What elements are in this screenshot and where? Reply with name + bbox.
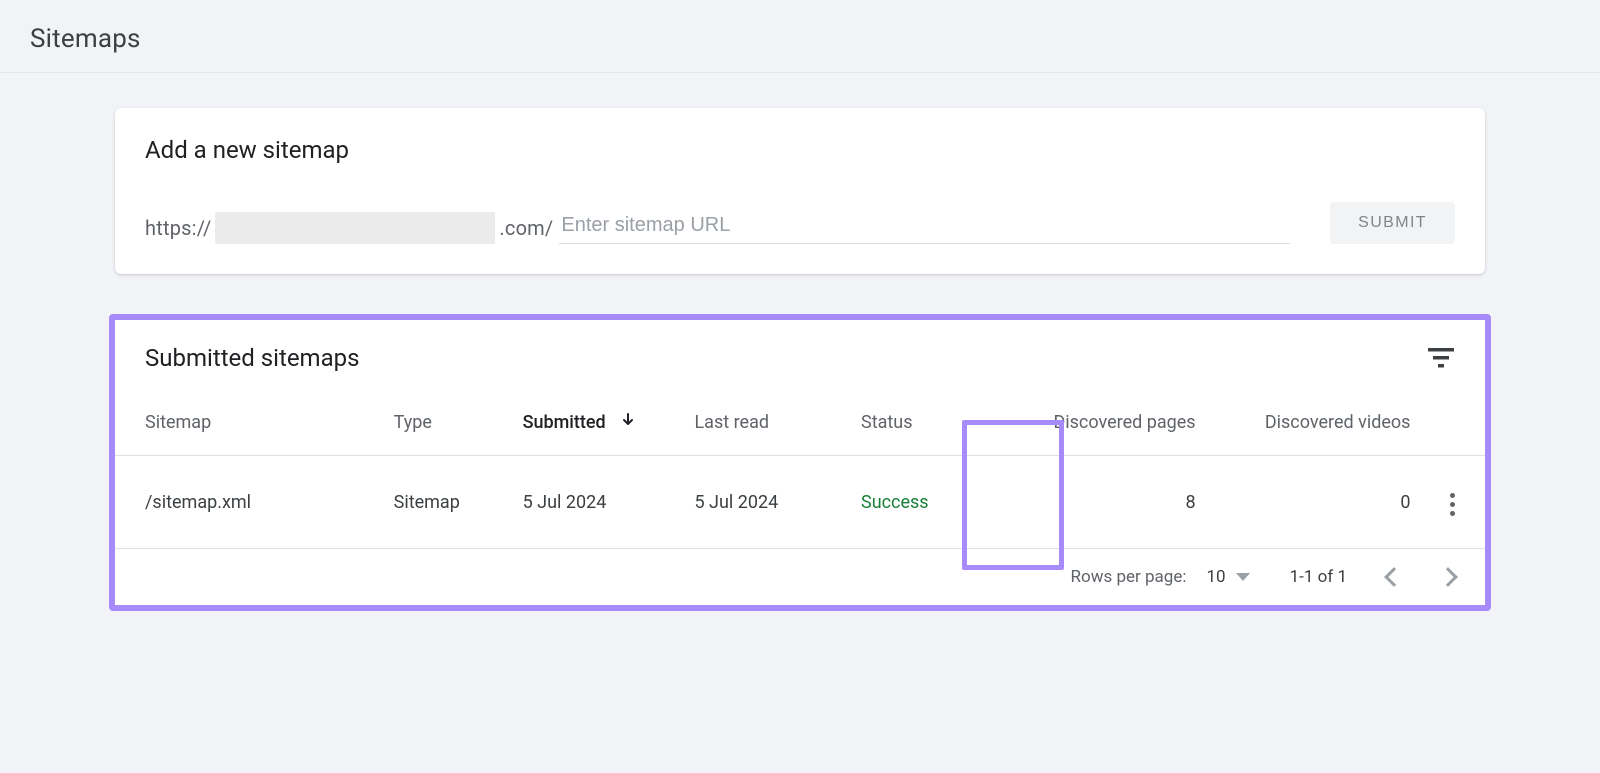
url-prefix-suffix: .com/ — [499, 216, 553, 240]
page-header: Sitemaps — [0, 0, 1600, 73]
filter-icon[interactable] — [1427, 344, 1455, 372]
col-header-actions — [1420, 402, 1485, 456]
cell-submitted: 5 Jul 2024 — [513, 456, 685, 549]
status-success-label: Success — [861, 492, 929, 513]
submitted-sitemaps-highlight: Submitted sitemaps — [109, 314, 1491, 611]
col-header-discovered-videos[interactable]: Discovered videos — [1206, 402, 1421, 456]
col-header-last-read[interactable]: Last read — [684, 402, 851, 456]
cell-discovered-pages: 8 — [991, 456, 1206, 549]
pagination-range: 1-1 of 1 — [1290, 567, 1347, 587]
url-prefix-domain-redacted — [215, 212, 495, 244]
table-row[interactable]: /sitemap.xml Sitemap 5 Jul 2024 5 Jul 20… — [115, 456, 1485, 549]
col-header-status[interactable]: Status — [851, 402, 991, 456]
add-sitemap-title: Add a new sitemap — [145, 136, 1455, 164]
cell-sitemap: /sitemap.xml — [115, 456, 384, 549]
submitted-sitemaps-title: Submitted sitemaps — [145, 344, 360, 372]
submitted-sitemaps-card: Submitted sitemaps — [115, 320, 1485, 605]
page-title: Sitemaps — [30, 24, 1570, 54]
rows-per-page-select[interactable]: 10 — [1206, 567, 1249, 587]
cell-type: Sitemap — [384, 456, 513, 549]
cell-status: Success — [851, 456, 991, 549]
caret-down-icon — [1236, 573, 1250, 581]
row-actions-menu-icon[interactable] — [1444, 487, 1461, 522]
col-header-submitted-label: Submitted — [523, 412, 606, 433]
cell-last-read: 5 Jul 2024 — [684, 456, 851, 549]
rows-per-page-value: 10 — [1206, 567, 1225, 587]
col-header-discovered-pages[interactable]: Discovered pages — [991, 402, 1206, 456]
url-prefix: https:// .com/ — [145, 212, 553, 244]
col-header-submitted[interactable]: Submitted — [513, 402, 685, 456]
arrow-down-icon — [620, 412, 636, 428]
table-header-row: Sitemap Type Submitted Last read — [115, 402, 1485, 456]
sitemap-url-input[interactable] — [559, 210, 1290, 244]
submit-button[interactable]: SUBMIT — [1330, 202, 1455, 244]
rows-per-page-label: Rows per page: — [1071, 567, 1187, 587]
prev-page-button[interactable] — [1384, 567, 1404, 587]
add-sitemap-card: Add a new sitemap https:// .com/ SUBMIT — [115, 108, 1485, 274]
url-prefix-scheme: https:// — [145, 216, 211, 240]
cell-discovered-videos: 0 — [1206, 456, 1421, 549]
next-page-button[interactable] — [1438, 567, 1458, 587]
col-header-type[interactable]: Type — [384, 402, 513, 456]
sitemaps-table: Sitemap Type Submitted Last read — [115, 402, 1485, 549]
pagination-bar: Rows per page: 10 1-1 of 1 — [115, 549, 1485, 605]
col-header-sitemap[interactable]: Sitemap — [115, 402, 384, 456]
